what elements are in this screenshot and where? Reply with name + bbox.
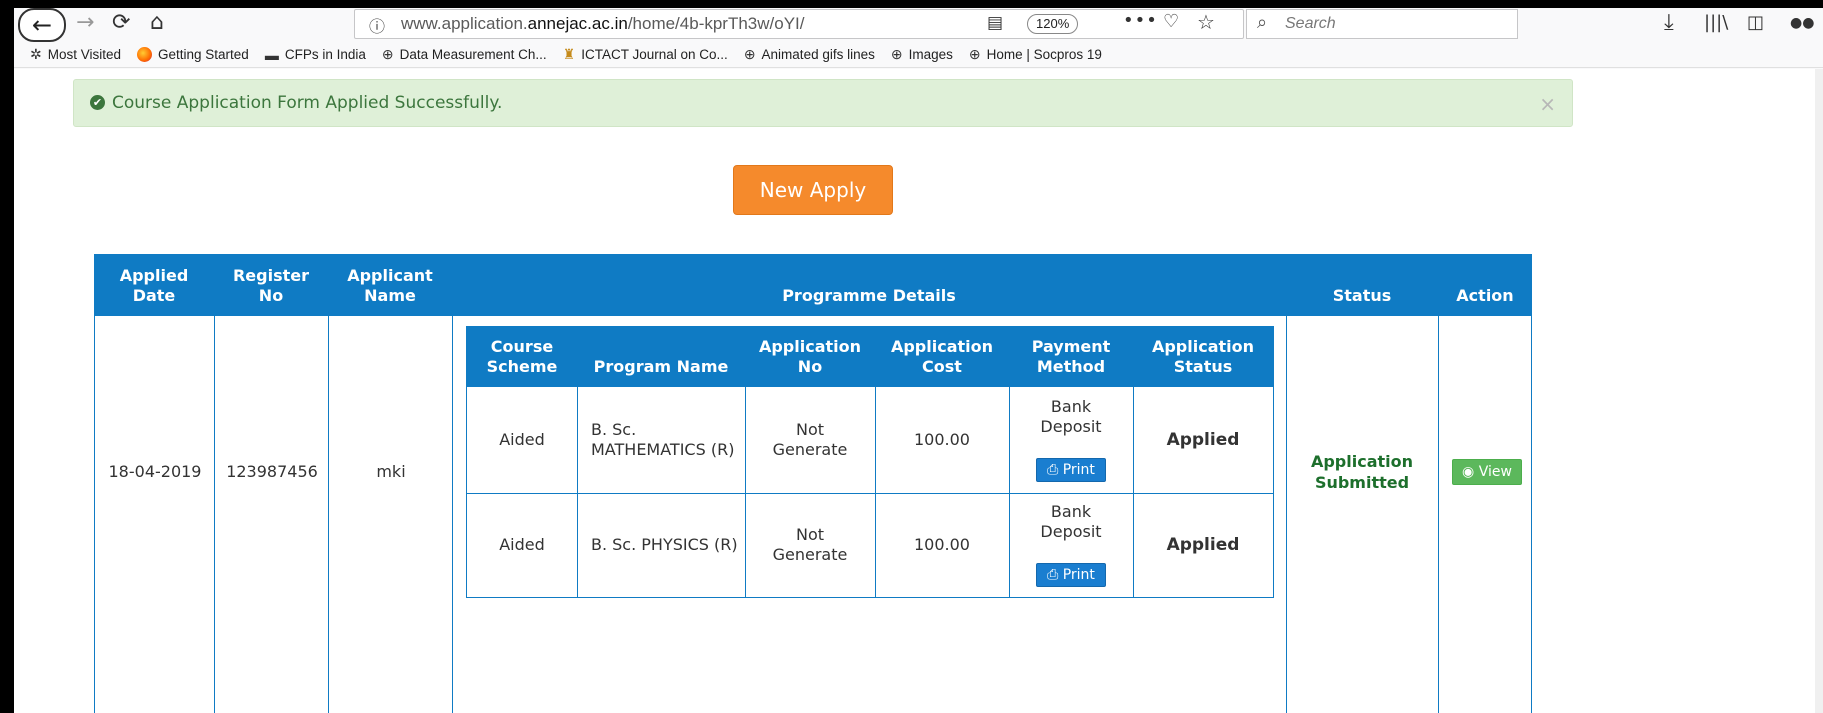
check-circle-icon: ✔ bbox=[90, 95, 105, 110]
header-payment-method: Payment Method bbox=[1031, 337, 1111, 376]
url-bar[interactable]: ⓘ www.application.annejac.ac.in/home/4b-… bbox=[354, 9, 1244, 39]
header-status: Status bbox=[1332, 286, 1392, 305]
sidebar-icon[interactable]: ◫ bbox=[1747, 10, 1764, 36]
applicant-name-cell: mki bbox=[376, 462, 406, 481]
overflow-menu-icon[interactable]: ●● bbox=[1790, 10, 1814, 36]
search-icon: ⌕ bbox=[1257, 12, 1268, 33]
header-applied-date: Applied Date bbox=[119, 266, 189, 305]
bookmark-star-icon[interactable]: ☆ bbox=[1197, 10, 1215, 34]
globe-icon: ⊕ bbox=[968, 46, 981, 62]
globe-icon: ⊕ bbox=[381, 46, 394, 62]
program-name-cell: B. Sc. MATHEMATICS (R) bbox=[591, 420, 735, 459]
browser-window: ← → ⟳ ⌂ ⓘ www.application.annejac.ac.in/… bbox=[14, 8, 1823, 713]
bookmark-ictact[interactable]: ♜ ICTACT Journal on Co... bbox=[563, 46, 728, 63]
bookmarks-bar: ✲ Most Visited Getting Started ▬ CFPs in I… bbox=[14, 42, 1823, 68]
scrollbar[interactable] bbox=[1815, 69, 1823, 713]
url-text[interactable]: www.application.annejac.ac.in/home/4b-kp… bbox=[401, 14, 805, 34]
application-cost-cell: 100.00 bbox=[914, 430, 970, 449]
globe-icon: ⊕ bbox=[890, 46, 903, 62]
application-cost-cell: 100.00 bbox=[914, 535, 970, 554]
header-action: Action bbox=[1456, 286, 1514, 305]
header-program-name: Program Name bbox=[593, 357, 729, 376]
page-actions-icon[interactable]: ••• bbox=[1123, 10, 1158, 31]
alert-message: Course Application Form Applied Successf… bbox=[112, 93, 503, 113]
program-name-cell: B. Sc. PHYSICS (R) bbox=[591, 535, 738, 554]
page-content: ✔ Course Application Form Applied Succes… bbox=[14, 69, 1823, 713]
close-icon[interactable]: × bbox=[1539, 92, 1556, 116]
payment-method-cell: Bank Deposit bbox=[1040, 502, 1102, 541]
site-info-icon[interactable]: ⓘ bbox=[369, 13, 385, 37]
gear-icon: ✲ bbox=[30, 46, 42, 62]
header-application-status: Application Status bbox=[1151, 337, 1255, 376]
programme-details-table: Course Scheme Program Name Application No … bbox=[466, 326, 1274, 598]
header-register-no: Register No bbox=[232, 266, 310, 305]
bookmark-most-visited[interactable]: ✲ Most Visited bbox=[30, 46, 121, 63]
back-button[interactable]: ← bbox=[18, 8, 66, 42]
new-apply-button[interactable]: New Apply bbox=[733, 165, 893, 215]
bus-icon: ▬ bbox=[264, 46, 279, 63]
view-button[interactable]: ◉ View bbox=[1452, 459, 1522, 485]
eye-icon: ◉ bbox=[1462, 464, 1475, 480]
globe-icon: ⊕ bbox=[743, 46, 756, 62]
search-bar[interactable]: ⌕ Search bbox=[1246, 9, 1518, 39]
library-icon[interactable]: |||\ bbox=[1704, 10, 1728, 36]
bookmark-images[interactable]: ⊕ Images bbox=[891, 46, 953, 63]
pocket-icon[interactable]: ♡ bbox=[1163, 11, 1179, 32]
print-icon: ⎙ bbox=[1047, 462, 1059, 478]
url-path: /home/4b-kprTh3w/oYI/ bbox=[627, 14, 805, 33]
search-placeholder: Search bbox=[1285, 15, 1336, 32]
bookmark-animated-gifs[interactable]: ⊕ Animated gifs lines bbox=[744, 46, 875, 63]
applications-table: Applied Date Register No Applicant Name Pro… bbox=[94, 254, 1532, 713]
header-applicant-name: Applicant Name bbox=[347, 266, 433, 305]
register-no-cell: 123987456 bbox=[226, 462, 318, 481]
application-status-cell: Applied bbox=[1166, 430, 1240, 450]
forward-button[interactable]: → bbox=[76, 10, 94, 36]
zoom-level-badge[interactable]: 120% bbox=[1027, 14, 1079, 34]
application-status-text: Application Submitted bbox=[1310, 452, 1414, 492]
applications-table-body: 18-04-2019 123987456 mki Course Scheme Pr… bbox=[94, 316, 1532, 713]
application-status-cell: Applied bbox=[1166, 535, 1240, 555]
applications-table-header: Applied Date Register No Applicant Name Pro… bbox=[94, 254, 1532, 316]
course-scheme-cell: Aided bbox=[499, 430, 545, 449]
header-programme-details: Programme Details bbox=[782, 286, 956, 305]
applied-date-cell: 18-04-2019 bbox=[108, 462, 202, 481]
header-course-scheme: Course Scheme bbox=[486, 337, 558, 376]
success-alert: ✔ Course Application Form Applied Succes… bbox=[73, 79, 1573, 127]
programme-details-header: Course Scheme Program Name Application No … bbox=[467, 327, 1273, 387]
course-scheme-cell: Aided bbox=[499, 535, 545, 554]
print-button[interactable]: ⎙ Print bbox=[1036, 458, 1106, 482]
bookmark-socpros[interactable]: ⊕ Home | Socpros 19 bbox=[969, 46, 1102, 63]
site-icon: ♜ bbox=[562, 46, 576, 62]
bookmark-getting-started[interactable]: Getting Started bbox=[137, 47, 249, 62]
firefox-icon bbox=[137, 47, 153, 62]
header-application-cost: Application Cost bbox=[890, 337, 994, 376]
back-arrow-icon: ← bbox=[31, 11, 53, 39]
header-application-no: Application No bbox=[758, 337, 862, 376]
bookmark-data-measurement[interactable]: ⊕ Data Measurement Ch... bbox=[382, 46, 547, 63]
payment-method-cell: Bank Deposit bbox=[1040, 397, 1102, 436]
application-no-cell: Not Generate bbox=[772, 525, 848, 564]
print-icon: ⎙ bbox=[1047, 567, 1059, 583]
browser-toolbar: ← → ⟳ ⌂ ⓘ www.application.annejac.ac.in/… bbox=[14, 8, 1823, 42]
reader-view-icon[interactable]: ▤ bbox=[987, 13, 1003, 33]
download-icon[interactable]: ⤓ bbox=[1664, 10, 1674, 36]
bookmark-cfps-india[interactable]: ▬ CFPs in India bbox=[265, 47, 366, 63]
reload-button[interactable]: ⟳ bbox=[112, 10, 130, 36]
application-no-cell: Not Generate bbox=[772, 420, 848, 459]
print-button[interactable]: ⎙ Print bbox=[1036, 563, 1106, 587]
url-domain: annejac.ac.in bbox=[527, 14, 628, 33]
url-prefix: www.application. bbox=[401, 14, 528, 33]
home-button[interactable]: ⌂ bbox=[150, 10, 164, 36]
